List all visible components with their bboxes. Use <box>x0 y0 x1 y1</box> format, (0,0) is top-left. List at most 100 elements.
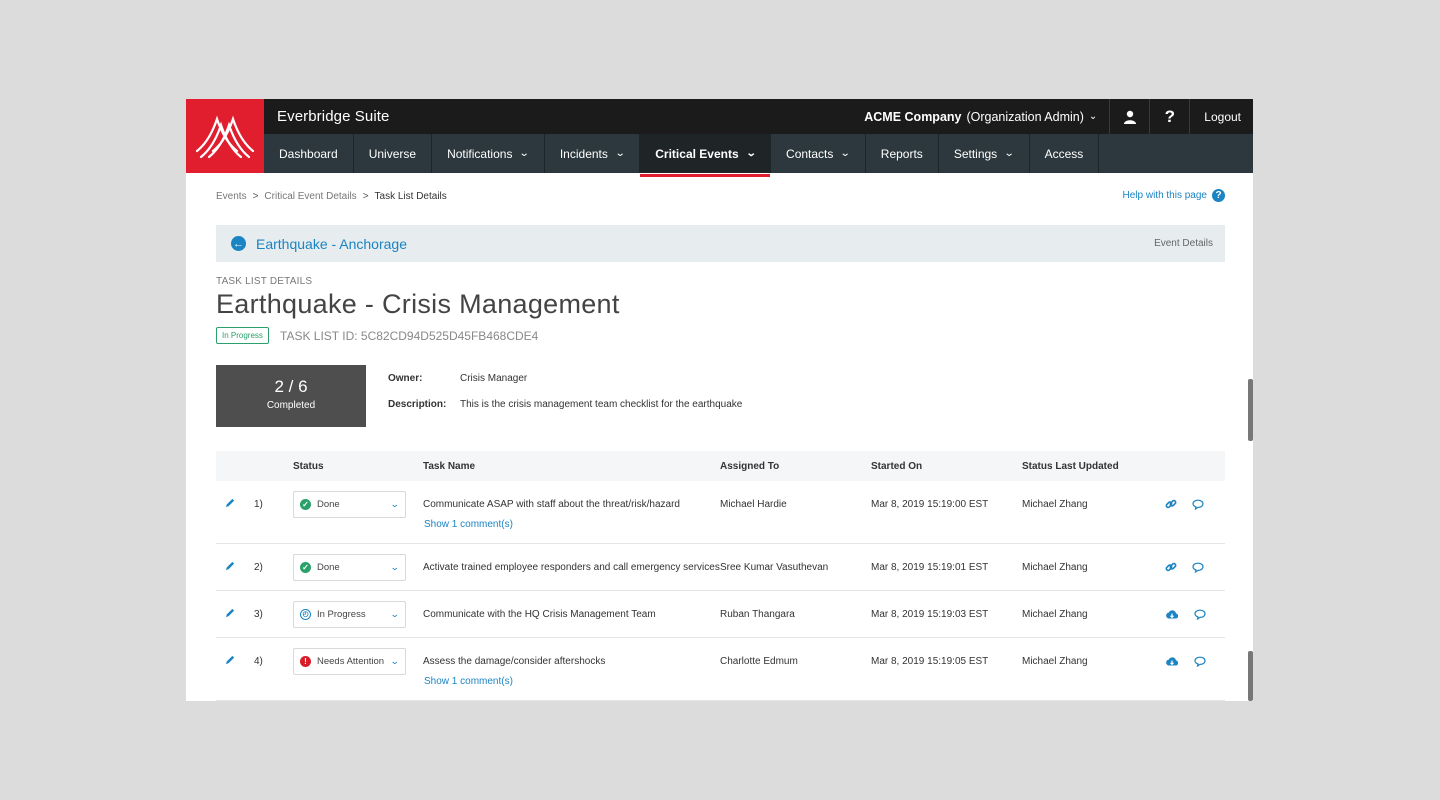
nav-label: Settings <box>953 146 998 161</box>
task-number: 1) <box>254 498 263 510</box>
owner-label: Owner: <box>388 373 423 384</box>
table-body: 1) ✓ Done ⌄ Communicate ASAP with staff … <box>216 481 1225 701</box>
link-icon[interactable] <box>1165 498 1177 510</box>
comment-icon[interactable] <box>1194 656 1206 667</box>
comment-icon[interactable] <box>1192 562 1204 573</box>
status-updated-by: Michael Zhang <box>1022 608 1088 620</box>
status-value: Done <box>317 561 340 573</box>
pencil-icon <box>225 497 236 511</box>
event-title-link[interactable]: Earthquake - Anchorage <box>256 236 1154 252</box>
chevron-down-icon: ⌄ <box>390 498 401 509</box>
status-updated-by: Michael Zhang <box>1022 655 1088 667</box>
task-name: Communicate with the HQ Crisis Managemen… <box>423 608 656 620</box>
breadcrumb-critical-event-details[interactable]: Critical Event Details <box>264 191 356 202</box>
status-dropdown[interactable]: ✓ Done ⌄ <box>293 553 406 581</box>
user-icon <box>1123 110 1136 124</box>
org-name: ACME Company <box>864 109 962 124</box>
help-button[interactable]: ? <box>1149 99 1189 134</box>
breadcrumb-task-list-details: Task List Details <box>374 191 447 202</box>
table-row: 1) ✓ Done ⌄ Communicate ASAP with staff … <box>216 481 1225 544</box>
table-row: 4) ! Needs Attention ⌄ Assess the damage… <box>216 638 1225 701</box>
chevron-down-icon: ⌄ <box>390 608 401 619</box>
show-comments-link[interactable]: Show 1 comment(s) <box>216 519 1225 543</box>
check-circle-icon: ✓ <box>300 561 311 573</box>
status-updated-by: Michael Zhang <box>1022 498 1088 510</box>
nav-universe[interactable]: Universe <box>354 134 433 173</box>
nav-contacts[interactable]: Contacts ⌄ <box>771 134 866 173</box>
pencil-icon <box>225 607 236 621</box>
task-name: Assess the damage/consider aftershocks <box>423 655 606 667</box>
progress-label: Completed <box>266 400 316 411</box>
task-table: Status Task Name Assigned To Started On … <box>216 451 1225 701</box>
task-name: Activate trained employee responders and… <box>423 561 720 573</box>
task-number: 2) <box>254 561 263 573</box>
comment-icon[interactable] <box>1192 499 1204 510</box>
check-circle-icon: ✓ <box>300 498 311 510</box>
back-arrow-icon[interactable]: ← <box>231 236 246 251</box>
description-value: This is the crisis management team check… <box>460 399 743 410</box>
task-name: Communicate ASAP with staff about the th… <box>423 498 680 510</box>
everbridge-logo[interactable] <box>186 99 264 173</box>
table-row: 2) ✓ Done ⌄ Activate trained employee re… <box>216 544 1225 591</box>
nav-reports[interactable]: Reports <box>866 134 939 173</box>
top-bar: Everbridge Suite ACME Company (Organizat… <box>264 99 1253 134</box>
assigned-to: Sree Kumar Vasuthevan <box>720 561 829 573</box>
edit-task-button[interactable] <box>216 654 244 668</box>
description-label: Description: <box>388 399 447 410</box>
table-row: 3) ◴ In Progress ⌄ Communicate with the … <box>216 591 1225 638</box>
header-status-last-updated: Status Last Updated <box>1022 460 1119 472</box>
started-on: Mar 8, 2019 15:19:01 EST <box>871 561 989 573</box>
progress-summary: 2 / 6 Completed <box>216 365 366 427</box>
app-window: Everbridge Suite ACME Company (Organizat… <box>186 99 1253 701</box>
user-profile-button[interactable] <box>1109 99 1149 134</box>
comment-icon[interactable] <box>1194 609 1206 620</box>
alert-circle-icon: ! <box>300 655 311 667</box>
breadcrumb-events[interactable]: Events <box>216 191 247 202</box>
logout-button[interactable]: Logout <box>1189 99 1253 134</box>
link-icon[interactable] <box>1165 561 1177 573</box>
status-dropdown[interactable]: ◴ In Progress ⌄ <box>293 600 406 628</box>
nav-incidents[interactable]: Incidents ⌄ <box>545 134 641 173</box>
main-nav: Dashboard Universe Notifications ⌄ Incidents… <box>264 134 1253 177</box>
task-number: 4) <box>254 655 263 667</box>
chevron-down-icon: ⌄ <box>1088 111 1098 122</box>
header-task-name: Task Name <box>423 460 476 472</box>
event-details-link[interactable]: Event Details <box>1154 238 1213 249</box>
started-on: Mar 8, 2019 15:19:03 EST <box>871 608 989 620</box>
section-label: TASK LIST DETAILS <box>216 276 313 287</box>
header-assigned-to: Assigned To <box>720 460 780 472</box>
nav-critical-events[interactable]: Critical Events ⌄ <box>640 134 772 177</box>
nav-label: Universe <box>368 146 417 161</box>
cloud-download-icon[interactable] <box>1165 609 1179 620</box>
chevron-down-icon: ⌄ <box>840 148 852 159</box>
table-header: Status Task Name Assigned To Started On … <box>216 451 1225 481</box>
help-circle-icon: ? <box>1212 189 1225 202</box>
nav-dashboard[interactable]: Dashboard <box>264 134 354 173</box>
show-comments-link[interactable]: Show 1 comment(s) <box>216 676 1225 700</box>
nav-label: Incidents <box>559 146 608 161</box>
cloud-download-icon[interactable] <box>1165 656 1179 667</box>
chevron-down-icon: ⌄ <box>614 148 626 159</box>
nav-settings[interactable]: Settings ⌄ <box>939 134 1030 173</box>
nav-label: Critical Events <box>655 146 739 161</box>
nav-notifications[interactable]: Notifications ⌄ <box>432 134 545 173</box>
chevron-down-icon: ⌄ <box>745 148 757 159</box>
edit-task-button[interactable] <box>216 607 244 621</box>
status-value: Needs Attention <box>317 655 385 667</box>
edit-task-button[interactable] <box>216 560 244 574</box>
question-mark-icon: ? <box>1164 106 1175 126</box>
status-dropdown[interactable]: ✓ Done ⌄ <box>293 490 406 518</box>
chevron-down-icon: ⌄ <box>519 148 531 159</box>
help-link[interactable]: Help with this page ? <box>1123 189 1225 202</box>
scrollbar-thumb[interactable] <box>1248 379 1253 441</box>
chevron-down-icon: ⌄ <box>390 561 401 572</box>
org-switcher[interactable]: ACME Company (Organization Admin) ⌄ <box>864 99 1109 134</box>
edit-task-button[interactable] <box>216 497 244 511</box>
status-dropdown[interactable]: ! Needs Attention ⌄ <box>293 647 406 675</box>
breadcrumb-separator: > <box>252 191 259 202</box>
assigned-to: Charlotte Edmum <box>720 655 798 667</box>
pencil-icon <box>225 560 236 574</box>
scrollbar-thumb[interactable] <box>1248 651 1253 701</box>
page-title: Earthquake - Crisis Management <box>216 289 620 319</box>
nav-access[interactable]: Access <box>1030 134 1100 173</box>
